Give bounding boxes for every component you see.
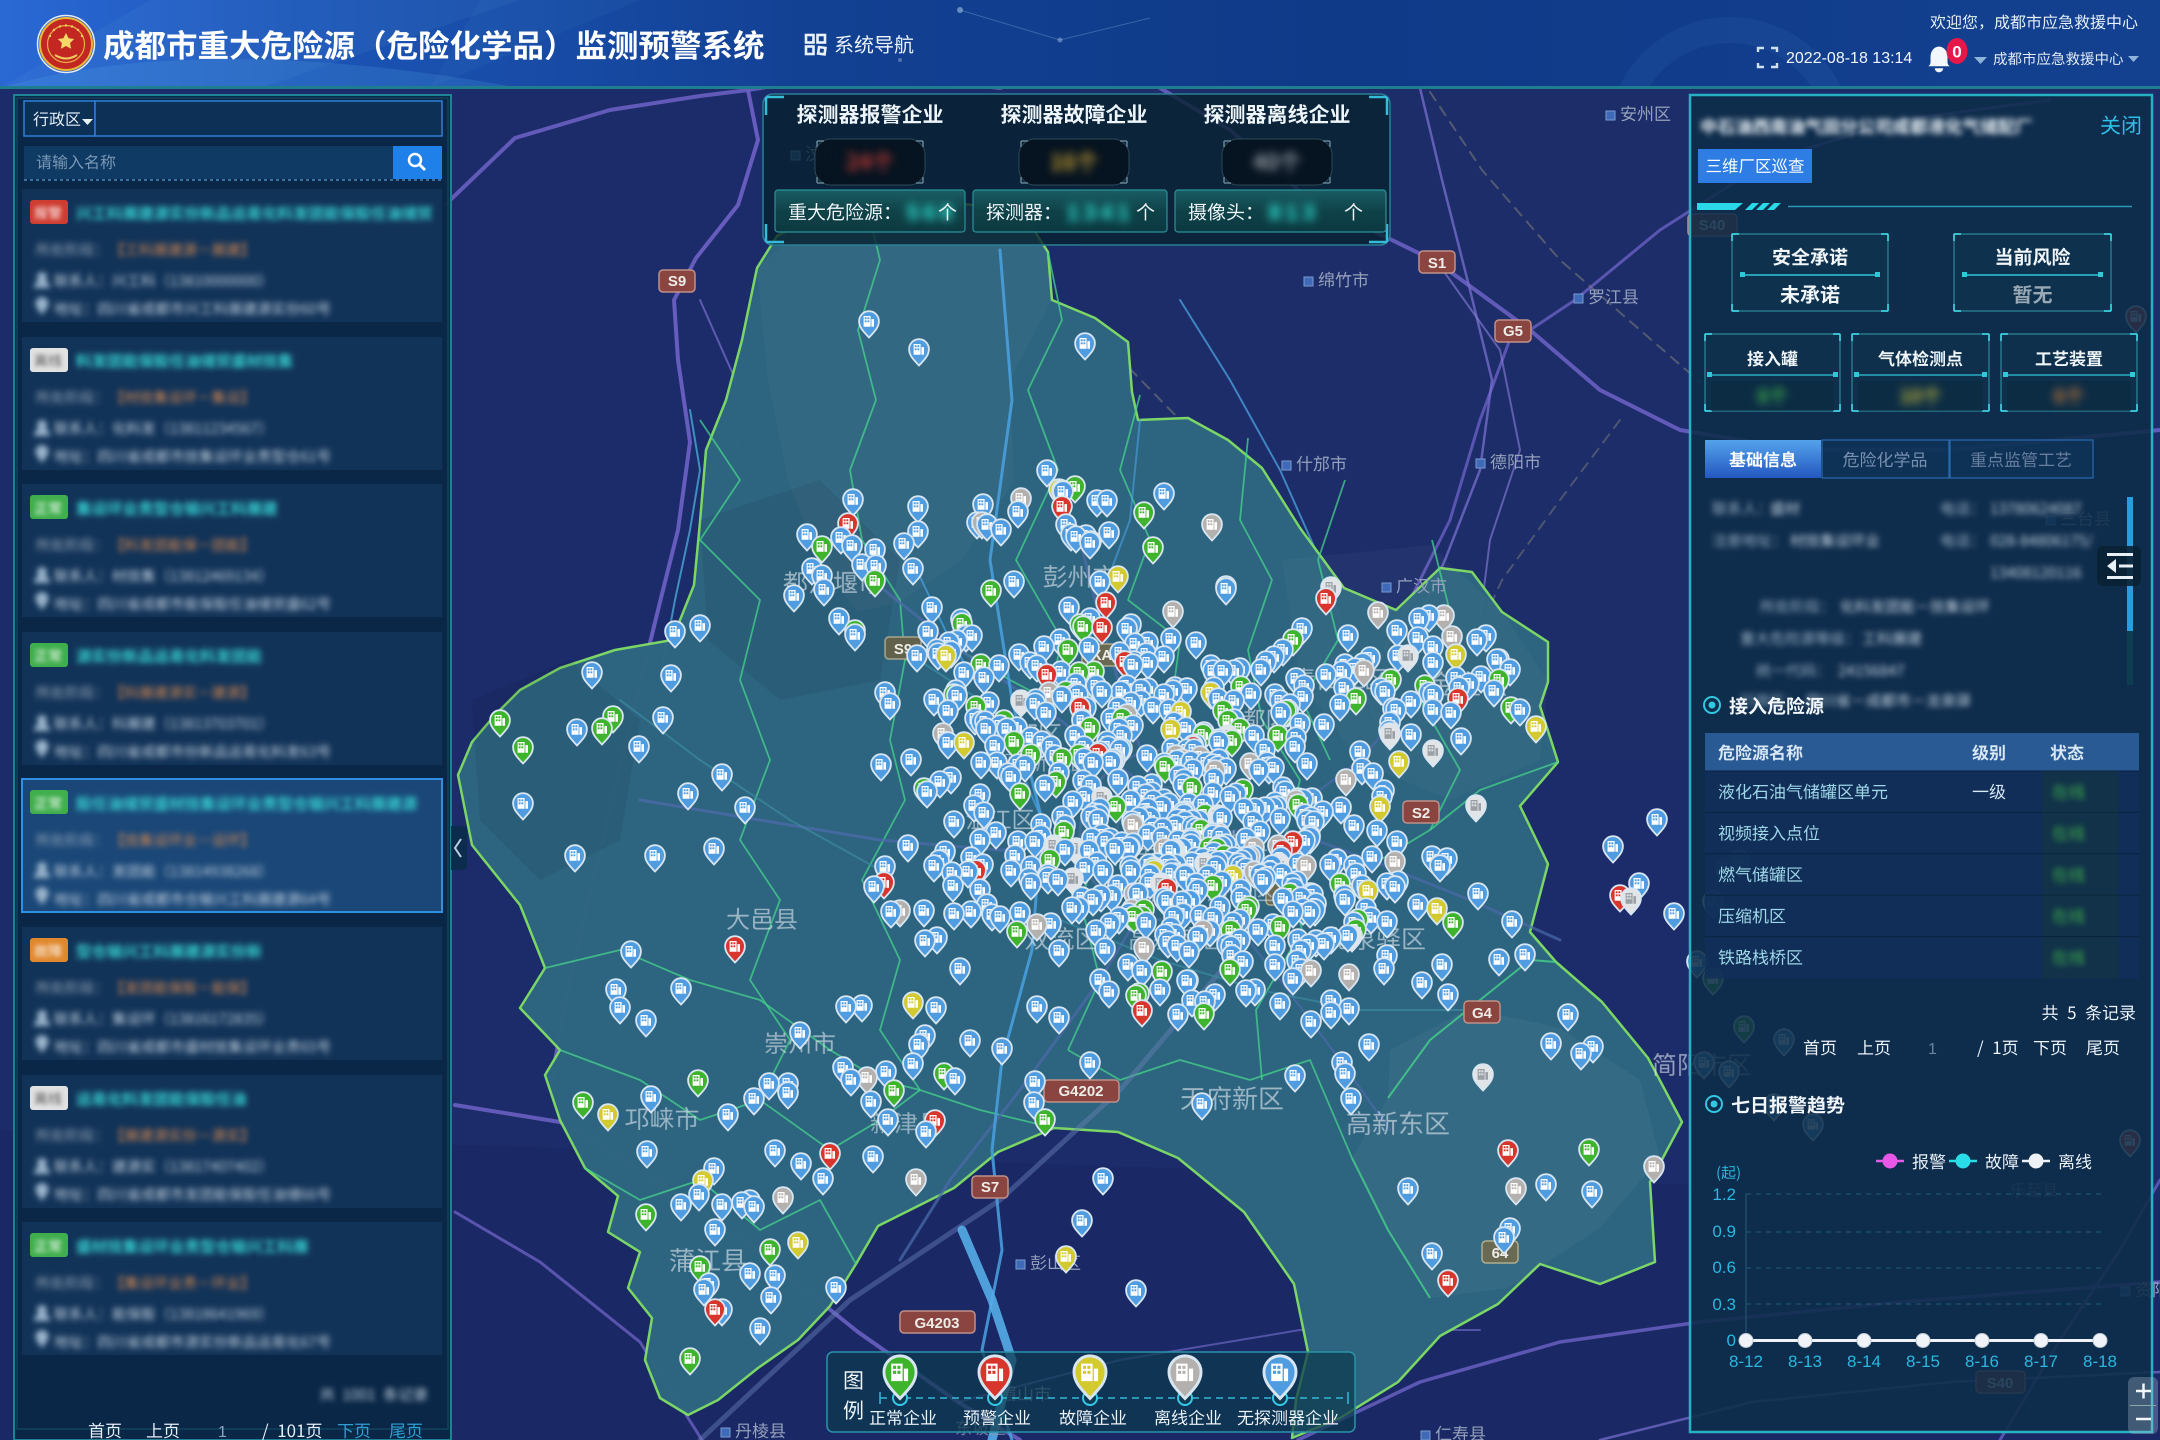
svg-text:8-14: 8-14 <box>1847 1352 1881 1371</box>
svg-text:S7: S7 <box>981 1179 999 1196</box>
svg-text:2022-08-18 13:14: 2022-08-18 13:14 <box>1786 50 1912 67</box>
svg-text:0.9: 0.9 <box>1712 1222 1736 1241</box>
svg-text:8-15: 8-15 <box>1906 1352 1940 1371</box>
svg-text:G4202: G4202 <box>1058 1083 1103 1100</box>
svg-text:8-16: 8-16 <box>1965 1352 1999 1371</box>
svg-text:G4: G4 <box>1472 1005 1493 1022</box>
svg-text:G4203: G4203 <box>914 1315 959 1332</box>
svg-text:8-13: 8-13 <box>1788 1352 1822 1371</box>
svg-text:1341: 1341 <box>1066 201 1133 227</box>
svg-text:0: 0 <box>1727 1331 1736 1350</box>
svg-text:8-12: 8-12 <box>1729 1352 1763 1371</box>
svg-text:S1: S1 <box>1428 255 1446 272</box>
svg-text:S9: S9 <box>668 273 686 290</box>
svg-text:S2: S2 <box>1412 805 1430 822</box>
svg-text:813: 813 <box>1268 201 1318 227</box>
svg-text:8-18: 8-18 <box>2083 1352 2117 1371</box>
svg-text:0: 0 <box>1952 43 1961 62</box>
svg-text:568: 568 <box>906 201 956 227</box>
svg-text:1: 1 <box>218 1424 227 1440</box>
svg-text:0.3: 0.3 <box>1712 1295 1736 1314</box>
svg-text:G5: G5 <box>1503 323 1523 340</box>
svg-text:0.6: 0.6 <box>1712 1258 1736 1277</box>
svg-text:1: 1 <box>1928 1041 1937 1058</box>
svg-text:8-17: 8-17 <box>2024 1352 2058 1371</box>
svg-text:1.2: 1.2 <box>1712 1185 1736 1204</box>
